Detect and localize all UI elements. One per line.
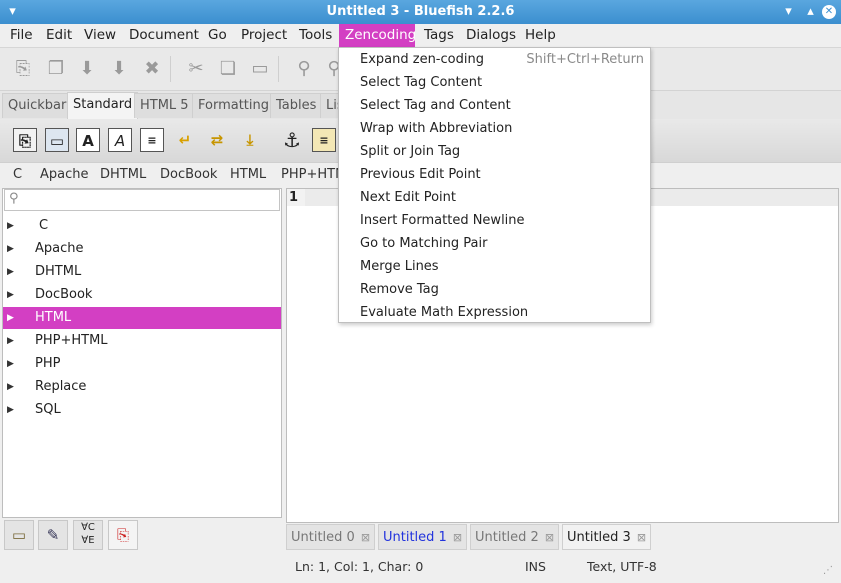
tab-tables[interactable]: Tables xyxy=(270,93,323,118)
copy-icon[interactable]: ❏ xyxy=(217,58,239,80)
menu-item-wrap-with-abbreviation[interactable]: Wrap with Abbreviation xyxy=(360,117,512,140)
bookmarks-icon[interactable]: ✎ xyxy=(38,520,68,550)
paste-icon[interactable]: ▭ xyxy=(249,58,271,80)
doc-tab-untitled-3[interactable]: Untitled 3 ⊠ xyxy=(562,524,652,550)
italic-icon[interactable]: A xyxy=(108,128,132,152)
menu-item-previous-edit-point[interactable]: Previous Edit Point xyxy=(360,163,481,186)
nbsp-icon[interactable]: ⤓ xyxy=(238,128,262,152)
zencoding-menu: Expand zen-coding Shift+Ctrl+Return Sele… xyxy=(338,47,651,323)
menu-file[interactable]: File xyxy=(4,24,39,47)
tree-item[interactable]: ▶ PHP xyxy=(3,353,281,375)
menu-dialogs[interactable]: Dialogs xyxy=(460,24,522,47)
tree-item[interactable]: ▶ HTML xyxy=(3,307,281,329)
menu-edit[interactable]: Edit xyxy=(40,24,78,47)
body-icon[interactable]: ▭ xyxy=(45,128,69,152)
tree-item[interactable]: ▶ DHTML xyxy=(3,261,281,283)
expand-arrow-icon[interactable]: ▶ xyxy=(7,238,14,260)
title-bar: ▾ Untitled 3 - Bluefish 2.2.6 ▾ ▴ ✕ xyxy=(0,0,841,24)
doc-tab-untitled-1[interactable]: Untitled 1 ⊠ xyxy=(378,524,468,550)
close-tab-icon[interactable]: ⊠ xyxy=(453,531,462,544)
save-all-icon[interactable]: ⬇ xyxy=(108,58,130,80)
status-bar: Ln: 1, Col: 1, Char: 0 INS Text, UTF-8 ⋰ xyxy=(0,553,841,583)
custom-menu-c[interactable]: C xyxy=(13,163,22,186)
expand-arrow-icon[interactable]: ▶ xyxy=(7,399,14,421)
tab-formatting[interactable]: Formatting xyxy=(192,93,276,118)
custom-menu-dhtml[interactable]: DHTML xyxy=(100,163,146,186)
expand-arrow-icon[interactable]: ▶ xyxy=(7,261,14,283)
menu-item-next-edit-point[interactable]: Next Edit Point xyxy=(360,186,456,209)
expand-arrow-icon[interactable]: ▶ xyxy=(7,284,14,306)
charmap-icon[interactable]: ∀C ∀E xyxy=(73,520,103,550)
tree-item[interactable]: ▶ Apache xyxy=(3,238,281,260)
expand-arrow-icon[interactable]: ▶ xyxy=(7,307,14,329)
search-icon[interactable]: ⚲ xyxy=(293,58,315,80)
close-file-icon[interactable]: ✖ xyxy=(141,58,163,80)
menu-item-select-tag-and-content[interactable]: Select Tag and Content xyxy=(360,94,511,117)
menu-item-merge-lines[interactable]: Merge Lines xyxy=(360,255,439,278)
menu-item-split-or-join-tag[interactable]: Split or Join Tag xyxy=(360,140,460,163)
menu-item-insert-formatted-newline[interactable]: Insert Formatted Newline xyxy=(360,209,525,232)
tree-item[interactable]: ▶ SQL xyxy=(3,399,281,421)
tree-item[interactable]: ▶ DocBook xyxy=(3,284,281,306)
custom-menu-docbook[interactable]: DocBook xyxy=(160,163,217,186)
custom-menu-phphtml[interactable]: PHP+HTM xyxy=(281,163,346,186)
open-icon[interactable]: ❐ xyxy=(45,58,67,80)
menu-item-select-tag-content[interactable]: Select Tag Content xyxy=(360,71,482,94)
menu-help[interactable]: Help xyxy=(519,24,562,47)
tab-quickbar[interactable]: Quickbar xyxy=(2,93,73,118)
line-number: 1 xyxy=(287,189,305,206)
snippets-search-input[interactable]: ⚲ xyxy=(4,189,280,211)
tree-item[interactable]: ▶ C xyxy=(3,215,281,237)
close-tab-icon[interactable]: ⊠ xyxy=(637,531,646,544)
doc-tab-untitled-2[interactable]: Untitled 2 ⊠ xyxy=(470,524,560,550)
minimize-icon[interactable]: ▾ xyxy=(780,3,797,20)
menu-bar: File Edit View Document Go Project Tools… xyxy=(0,24,841,48)
tab-standard[interactable]: Standard xyxy=(67,92,139,119)
menu-tools[interactable]: Tools xyxy=(293,24,338,47)
expand-arrow-icon[interactable]: ▶ xyxy=(7,215,14,237)
tab-html5[interactable]: HTML 5 xyxy=(134,93,195,118)
tree-item[interactable]: ▶ PHP+HTML xyxy=(3,330,281,352)
cut-icon[interactable]: ✂ xyxy=(185,58,207,80)
insert-mode[interactable]: INS xyxy=(525,559,546,574)
expand-arrow-icon[interactable]: ▶ xyxy=(7,330,14,352)
custom-menu-apache[interactable]: Apache xyxy=(40,163,89,186)
resize-grip-icon[interactable]: ⋰ xyxy=(823,565,833,576)
menu-go[interactable]: Go xyxy=(202,24,233,47)
close-tab-icon[interactable]: ⊠ xyxy=(545,531,554,544)
expand-arrow-icon[interactable]: ▶ xyxy=(7,353,14,375)
doc-tab-untitled-0[interactable]: Untitled 0 ⊠ xyxy=(286,524,376,550)
window-title: Untitled 3 - Bluefish 2.2.6 xyxy=(326,4,515,19)
rule-icon[interactable]: ≡ xyxy=(312,128,336,152)
menu-item-go-to-matching-pair[interactable]: Go to Matching Pair xyxy=(360,232,487,255)
search-icon: ⚲ xyxy=(9,191,19,206)
bold-icon[interactable]: A xyxy=(76,128,100,152)
menu-item-evaluate-math-expression[interactable]: Evaluate Math Expression xyxy=(360,301,528,324)
anchor-icon[interactable]: ⚓ xyxy=(280,128,304,152)
maximize-icon[interactable]: ▴ xyxy=(802,3,819,20)
menu-item-remove-tag[interactable]: Remove Tag xyxy=(360,278,439,301)
close-tab-icon[interactable]: ⊠ xyxy=(361,531,370,544)
menu-view[interactable]: View xyxy=(78,24,122,47)
break-icon[interactable]: ↵ xyxy=(173,128,197,152)
expand-arrow-icon[interactable]: ▶ xyxy=(7,376,14,398)
paragraph-icon[interactable]: ≡ xyxy=(140,128,164,152)
filebrowser-icon[interactable]: ▭ xyxy=(4,520,34,550)
menu-zencoding[interactable]: Zencoding xyxy=(339,24,416,47)
menu-document[interactable]: Document xyxy=(123,24,205,47)
break-clear-icon[interactable]: ⇄ xyxy=(205,128,229,152)
quickstart-icon[interactable]: ⎘ xyxy=(13,128,37,152)
menu-item-expand-zen-coding[interactable]: Expand zen-coding xyxy=(360,48,484,71)
menu-project[interactable]: Project xyxy=(235,24,293,47)
shortcut-label: Shift+Ctrl+Return xyxy=(526,52,644,67)
cursor-position: Ln: 1, Col: 1, Char: 0 xyxy=(295,559,424,574)
close-icon[interactable]: ✕ xyxy=(822,5,836,19)
encoding-status[interactable]: Text, UTF-8 xyxy=(587,559,657,574)
snippets-icon[interactable]: ⎘ xyxy=(108,520,138,550)
new-icon[interactable]: ⎘ xyxy=(12,58,34,80)
save-icon[interactable]: ⬇ xyxy=(76,58,98,80)
tree-item[interactable]: ▶ Replace xyxy=(3,376,281,398)
custom-menu-html[interactable]: HTML xyxy=(230,163,266,186)
menu-tags[interactable]: Tags xyxy=(418,24,460,47)
